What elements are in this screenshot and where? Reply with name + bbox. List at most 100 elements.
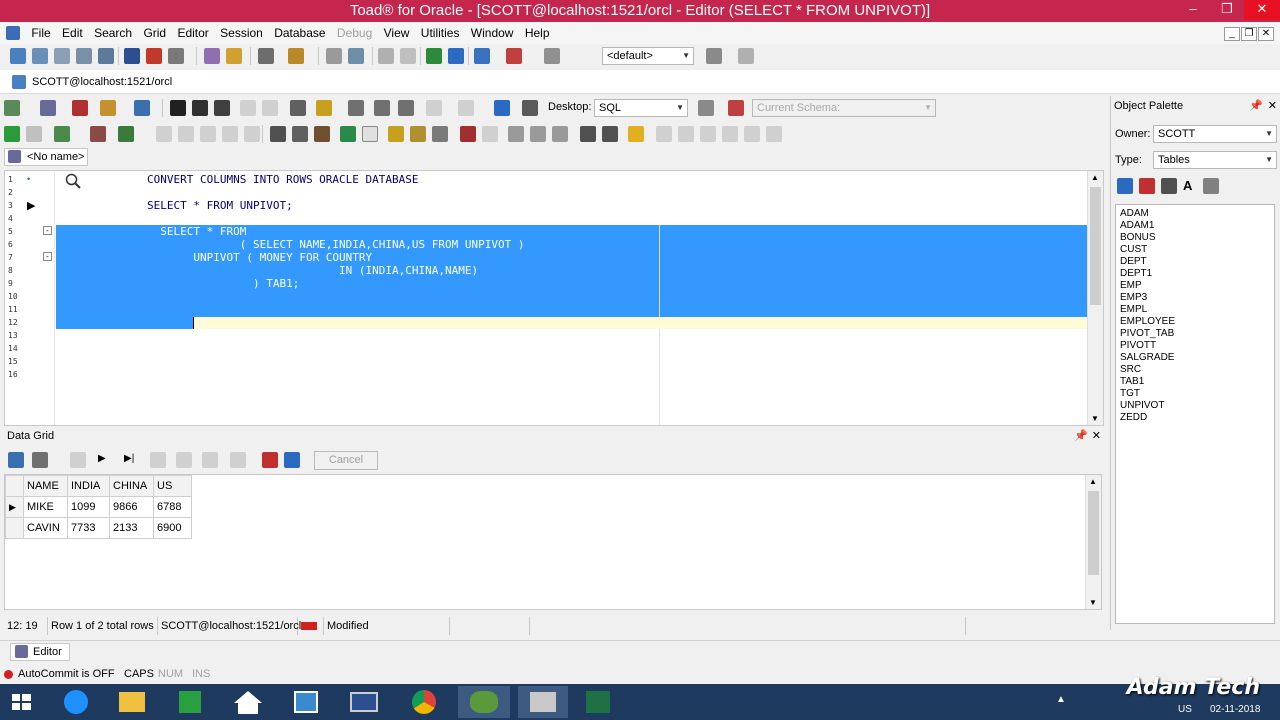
debug-run-icon[interactable] bbox=[118, 126, 134, 142]
save-icon[interactable] bbox=[170, 100, 186, 116]
autocommit-status[interactable]: AutoCommit is OFF bbox=[18, 668, 115, 680]
outdent-icon[interactable] bbox=[602, 126, 618, 142]
reports-icon[interactable] bbox=[258, 48, 274, 64]
internet-explorer-icon[interactable] bbox=[54, 686, 98, 718]
windows-start-icon[interactable] bbox=[0, 686, 44, 718]
configuration-combo[interactable]: <default> ▼ bbox=[602, 47, 694, 65]
team-coding-off-icon[interactable] bbox=[506, 48, 522, 64]
tray-date[interactable]: 02-11-2018 bbox=[1210, 704, 1260, 715]
list-item[interactable]: CUST bbox=[1120, 244, 1147, 255]
grid-view-icon[interactable] bbox=[348, 100, 364, 116]
find-icon[interactable] bbox=[388, 126, 404, 142]
print-icon[interactable] bbox=[290, 100, 306, 116]
menu-utilities[interactable]: Utilities bbox=[417, 22, 464, 44]
list-item[interactable]: TGT bbox=[1120, 388, 1140, 399]
network-icon[interactable] bbox=[348, 48, 364, 64]
cancel-button[interactable]: Cancel bbox=[314, 451, 378, 470]
grid-export-icon[interactable] bbox=[8, 452, 24, 468]
team-coding-icon[interactable] bbox=[474, 48, 490, 64]
scroll-thumb[interactable] bbox=[1090, 187, 1101, 305]
sql-icon[interactable] bbox=[40, 100, 56, 116]
schema-browser-icon[interactable] bbox=[54, 48, 70, 64]
editor-tab[interactable]: <No name> bbox=[4, 148, 88, 166]
type-combo[interactable]: Tables ▼ bbox=[1153, 151, 1277, 169]
editor-vertical-scrollbar[interactable]: ▲ ▼ bbox=[1087, 171, 1103, 425]
commit-icon[interactable] bbox=[124, 48, 140, 64]
save-as-icon[interactable] bbox=[214, 100, 230, 116]
list-item[interactable]: EMPLOYEE bbox=[1120, 316, 1175, 327]
scroll-thumb[interactable] bbox=[1088, 491, 1099, 575]
list-item[interactable]: PIVOTT bbox=[1120, 340, 1156, 351]
navigate-icon[interactable] bbox=[494, 100, 510, 116]
capitalize-icon[interactable] bbox=[552, 126, 568, 142]
table-cell[interactable]: 6900 bbox=[153, 517, 192, 539]
table-row[interactable]: CAVIN 7733 2133 6900 bbox=[5, 517, 192, 539]
list-item[interactable]: ZEDD bbox=[1120, 412, 1147, 423]
mdi-restore-button[interactable]: ❐ bbox=[1241, 27, 1257, 41]
pin-icon[interactable]: 📌 bbox=[1074, 428, 1088, 444]
explain-plan-icon[interactable] bbox=[90, 126, 106, 142]
monitor-icon[interactable] bbox=[342, 686, 386, 718]
menu-window[interactable]: Window bbox=[467, 22, 518, 44]
sort-icon[interactable] bbox=[1203, 178, 1219, 194]
tray-chevron-icon[interactable]: ▲ bbox=[1056, 694, 1066, 705]
sql-format-icon[interactable] bbox=[374, 100, 390, 116]
mail-icon[interactable] bbox=[284, 686, 328, 718]
close-icon[interactable]: ✕ bbox=[1092, 428, 1101, 444]
owner-combo[interactable]: SCOTT ▼ bbox=[1153, 125, 1277, 143]
undo-icon[interactable] bbox=[460, 126, 476, 142]
editor-icon[interactable] bbox=[32, 48, 48, 64]
list-item[interactable]: TAB1 bbox=[1120, 376, 1144, 387]
list-item[interactable]: SRC bbox=[1120, 364, 1141, 375]
desktop-combo[interactable]: SQL ▼ bbox=[594, 99, 688, 117]
save-all-icon[interactable] bbox=[192, 100, 208, 116]
list-item[interactable]: DEPT1 bbox=[1120, 268, 1152, 279]
copy-icon[interactable] bbox=[292, 126, 308, 142]
desktop-icon[interactable] bbox=[522, 100, 538, 116]
close-button[interactable]: ✕ bbox=[1244, 0, 1280, 20]
query-builder-icon[interactable] bbox=[98, 48, 114, 64]
close-icon[interactable]: ✕ bbox=[1268, 98, 1277, 114]
collapse-icon[interactable]: - bbox=[43, 226, 52, 235]
scroll-down-icon[interactable]: ▼ bbox=[1091, 414, 1099, 423]
rollback-options-icon[interactable] bbox=[168, 48, 184, 64]
list-item[interactable]: EMP bbox=[1120, 280, 1142, 291]
desktop-settings-icon[interactable] bbox=[698, 100, 714, 116]
connection-tab[interactable]: SCOTT@localhost:1521/orcl bbox=[32, 76, 172, 88]
clear-icon[interactable] bbox=[72, 100, 88, 116]
minimize-button[interactable]: – bbox=[1176, 0, 1210, 20]
scroll-down-icon[interactable]: ▼ bbox=[1089, 598, 1097, 607]
lowercase-icon[interactable] bbox=[530, 126, 546, 142]
editor-window-tab[interactable]: Editor bbox=[10, 643, 70, 661]
open-file-icon[interactable] bbox=[100, 100, 116, 116]
favorites-icon[interactable] bbox=[226, 48, 242, 64]
excel-icon[interactable] bbox=[576, 686, 620, 718]
menu-debug[interactable]: Debug bbox=[333, 22, 376, 44]
table-row[interactable]: ▶ MIKE 1099 9866 6788 bbox=[5, 496, 192, 518]
session-browser-icon[interactable] bbox=[76, 48, 92, 64]
new-connection-icon[interactable] bbox=[10, 48, 26, 64]
last-record-icon[interactable]: ▶| bbox=[124, 453, 134, 464]
select-all-icon[interactable] bbox=[340, 126, 356, 142]
table-cell[interactable]: CAVIN bbox=[23, 517, 68, 539]
download-icon[interactable] bbox=[448, 48, 464, 64]
table-cell[interactable]: 6788 bbox=[153, 496, 192, 518]
menu-session[interactable]: Session bbox=[216, 22, 267, 44]
table-cell[interactable]: 1099 bbox=[67, 496, 110, 518]
mdi-minimize-button[interactable]: _ bbox=[1224, 27, 1240, 41]
list-item[interactable]: ADAM bbox=[1120, 208, 1149, 219]
settings-icon[interactable] bbox=[378, 48, 394, 64]
store-icon[interactable] bbox=[168, 686, 212, 718]
menu-editor[interactable]: Editor bbox=[173, 22, 212, 44]
data-grid[interactable]: NAME INDIA CHINA US ▶ MIKE 1099 9866 678… bbox=[4, 474, 1102, 610]
find-next-icon[interactable] bbox=[410, 126, 426, 142]
export-icon[interactable] bbox=[288, 48, 304, 64]
current-schema-combo[interactable]: Current Schema: ▼ bbox=[752, 99, 936, 117]
collapse-icon[interactable]: - bbox=[43, 252, 52, 261]
maximize-button[interactable]: ❐ bbox=[1210, 0, 1244, 20]
refresh-icon[interactable] bbox=[1117, 178, 1133, 194]
mdi-close-button[interactable]: ✕ bbox=[1258, 27, 1274, 41]
window-taskbar-icon[interactable] bbox=[518, 686, 568, 718]
menu-database[interactable]: Database bbox=[270, 22, 329, 44]
tray-language[interactable]: US bbox=[1178, 704, 1192, 715]
